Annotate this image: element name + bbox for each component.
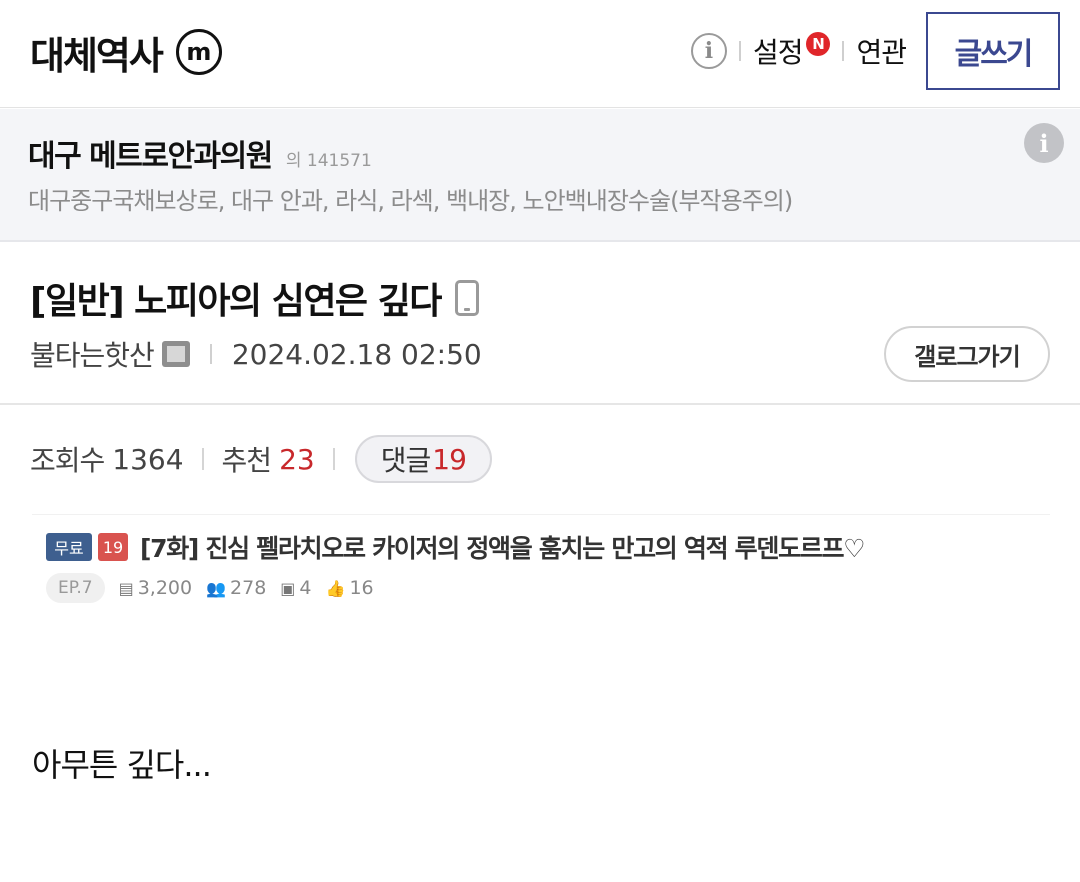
ad-info-icon[interactable]: i (1024, 123, 1064, 163)
ad-title-row: 대구 메트로안과의원 의 141571 (28, 131, 372, 175)
divider (738, 41, 741, 61)
divider (842, 41, 845, 61)
post-body-text: 아무튼 깊다... (32, 746, 212, 784)
ad-description[interactable]: 대구중구국채보상로, 대구 안과, 라식, 라섹, 백내장, 노안백내장수술(부… (28, 181, 793, 216)
card-title-row: 무료 19 [7화] 진심 펠라치오로 카이저의 정액을 훔치는 만고의 역적 … (46, 529, 866, 565)
divider (209, 344, 212, 364)
ad-title[interactable]: 대구 메트로안과의원 (28, 131, 273, 175)
post-title: [일반] 노피아의 심연은 깊다 (30, 281, 442, 322)
mobile-icon (454, 280, 479, 316)
info-icon[interactable]: i (690, 33, 727, 69)
card-likes: 👍 16 (326, 577, 374, 599)
views-label: 조회수 (30, 444, 105, 477)
card-stats-row: EP.7 ▤ 3,200 👥 278 ▣ 4 👍 16 (46, 573, 388, 603)
comment-icon: ▣ (280, 578, 296, 598)
post-header: [일반] 노피아의 심연은 깊다 불타는핫산 2024.02.18 02:50 … (0, 242, 1080, 405)
recommend-label: 추천 (221, 444, 273, 477)
new-badge: N (806, 32, 831, 56)
card-comments-count: 4 (299, 577, 312, 599)
post-stats: 조회수 1364 추천 23 댓글 19 (30, 434, 492, 484)
recommend-count: 23 (279, 442, 315, 476)
header-actions: i 설정 N 연관 글쓰기 (690, 12, 1060, 90)
ad-banner[interactable]: 대구 메트로안과의원 의 141571 대구중구국채보상로, 대구 안과, 라식… (0, 109, 1080, 242)
users-icon: 👥 (206, 578, 227, 598)
divider (201, 448, 204, 470)
age-19-tag: 19 (98, 533, 128, 561)
free-tag: 무료 (46, 533, 92, 561)
divider (332, 448, 335, 470)
embedded-novel-card[interactable]: 무료 19 [7화] 진심 펠라치오로 카이저의 정액을 훔치는 만고의 역적 … (32, 514, 1050, 614)
views-count: 1364 (112, 442, 184, 476)
post-date: 2024.02.18 02:50 (231, 337, 482, 371)
top-header: 대체역사 m i 설정 N 연관 글쓰기 (0, 0, 1080, 108)
author-name[interactable]: 불타는핫산 (30, 334, 155, 374)
card-readers-count: 278 (230, 577, 267, 599)
card-comments: ▣ 4 (280, 577, 311, 599)
comments-label: 댓글 (380, 444, 432, 477)
thumbs-up-icon: 👍 (325, 578, 346, 598)
post-title-row: [일반] 노피아의 심연은 깊다 (30, 272, 479, 324)
related-link[interactable]: 연관 (856, 31, 907, 71)
fixed-nick-icon (161, 341, 190, 367)
post-meta: 불타는핫산 2024.02.18 02:50 (30, 334, 482, 374)
settings-link[interactable]: 설정 (753, 31, 804, 71)
card-title[interactable]: [7화] 진심 펠라치오로 카이저의 정액을 훔치는 만고의 역적 루덴도르프♡ (140, 529, 866, 565)
comments-button[interactable]: 댓글 19 (354, 435, 492, 483)
brand[interactable]: 대체역사 m (30, 24, 222, 80)
write-button[interactable]: 글쓰기 (926, 12, 1060, 90)
comments-count: 19 (432, 442, 467, 476)
card-readers: 👥 278 (206, 577, 266, 599)
gallog-button[interactable]: 갤로그가기 (884, 326, 1050, 382)
card-views-count: 3,200 (137, 577, 193, 599)
card-likes-count: 16 (349, 577, 374, 599)
ad-tag: 의 141571 (285, 151, 372, 171)
episode-tag: EP.7 (46, 573, 105, 603)
card-views: ▤ 3,200 (119, 577, 193, 599)
site-title[interactable]: 대체역사 (30, 25, 164, 80)
document-icon: ▤ (118, 578, 134, 598)
minor-gallery-icon: m (175, 29, 222, 75)
